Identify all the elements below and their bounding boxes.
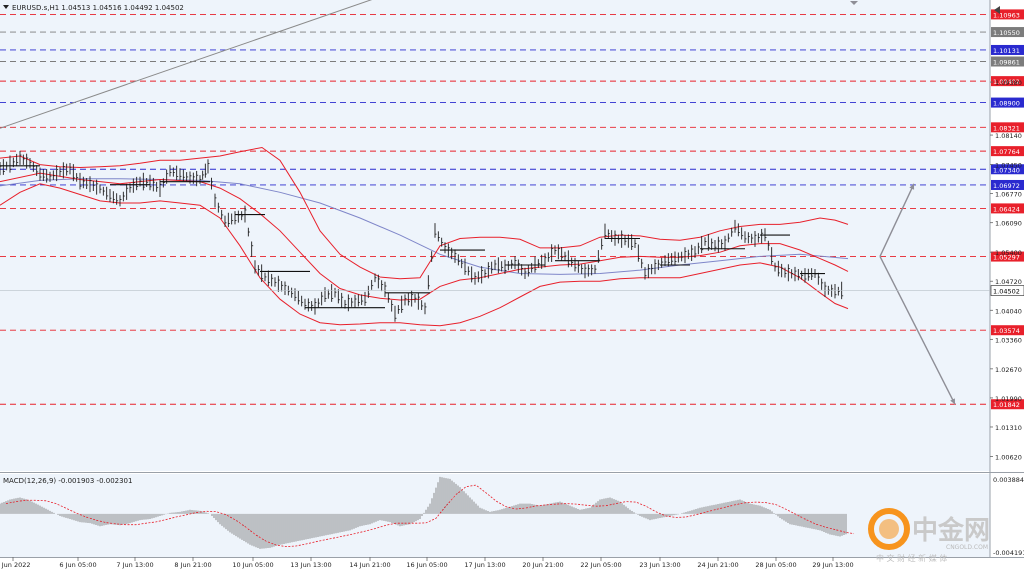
chart-window: 1.10963 1.10550 1.10131 1.09861 1.09402 1.089…	[0, 0, 1024, 573]
level-label: 1.08900	[993, 100, 1020, 108]
y-tick-label: 1.02670	[995, 366, 1022, 374]
brand-tagline: 中 文 财 经 新 媒 体	[876, 553, 947, 563]
current-price-label: 1.04502	[993, 288, 1020, 296]
x-tick-label: 13 Jun 13:00	[290, 561, 331, 569]
y-tick-label: 1.07450	[995, 162, 1022, 170]
y-tick-label: 1.08140	[995, 132, 1022, 140]
macd-header: MACD(12,26,9) -0.001903 -0.002301	[3, 477, 132, 485]
level-label: 1.06972	[993, 182, 1020, 190]
x-tick-label: 22 Jun 05:00	[580, 561, 621, 569]
level-label: 1.07764	[993, 148, 1020, 156]
y-tick-label: 1.01990	[995, 395, 1022, 403]
y-tick-label: 1.00620	[995, 453, 1022, 461]
y-tick-label: 1.06770	[995, 191, 1022, 199]
x-tick-label: 6 Jun 05:00	[59, 561, 96, 569]
brand-name: 中金网	[912, 515, 990, 546]
price-panel	[0, 0, 990, 471]
x-tick-label: 23 Jun 13:00	[639, 561, 680, 569]
cngold-logo-icon: 中金网 CNGOLD.COM 中 文 财 经 新 媒 体	[868, 508, 990, 563]
level-label: 1.10131	[993, 47, 1020, 55]
x-tick-label: 20 Jun 21:00	[522, 561, 563, 569]
x-tick-label: 16 Jun 05:00	[406, 561, 447, 569]
level-label: 1.06424	[993, 205, 1020, 213]
x-tick-label: 28 Jun 05:00	[755, 561, 796, 569]
y-tick-label: 1.03360	[995, 336, 1022, 344]
level-label: 1.09861	[993, 59, 1020, 67]
x-tick-label: 24 Jun 21:00	[697, 561, 738, 569]
macd-panel	[0, 474, 990, 557]
x-tick-label: 10 Jun 05:00	[232, 561, 273, 569]
y-tick-label: 1.04720	[995, 278, 1022, 286]
x-tick-label: 17 Jun 13:00	[464, 561, 505, 569]
x-tick-label: 7 Jun 13:00	[116, 561, 153, 569]
y-tick-label: 1.05400	[995, 249, 1022, 257]
y-tick-label: 1.09380	[995, 79, 1022, 87]
x-tick-label: 8 Jun 21:00	[174, 561, 211, 569]
y-tick-label: 1.04040	[995, 307, 1022, 315]
x-tick-label: 2 Jun 2022	[0, 561, 30, 569]
x-tick-label: 14 Jun 21:00	[349, 561, 390, 569]
brand-domain: CNGOLD.COM	[946, 544, 988, 551]
y-tick-label: 1.06090	[995, 220, 1022, 228]
watermark-logo: 中金网 CNGOLD.COM 中 文 财 经 新 媒 体	[866, 505, 1016, 565]
symbol-header: EURUSD.s,H1 1.04513 1.04516 1.04492 1.04…	[12, 4, 184, 12]
price-chart: 1.109631.105501.101311.098611.094021.089…	[0, 0, 1024, 573]
y-tick-label: 1.01310	[995, 424, 1022, 432]
x-tick-label: 29 Jun 13:00	[812, 561, 853, 569]
level-label: 1.03574	[993, 327, 1020, 335]
level-label: 1.10963	[993, 11, 1020, 19]
level-label: 1.10550	[993, 29, 1020, 37]
macd-tick-label: 0.003884	[993, 476, 1024, 484]
